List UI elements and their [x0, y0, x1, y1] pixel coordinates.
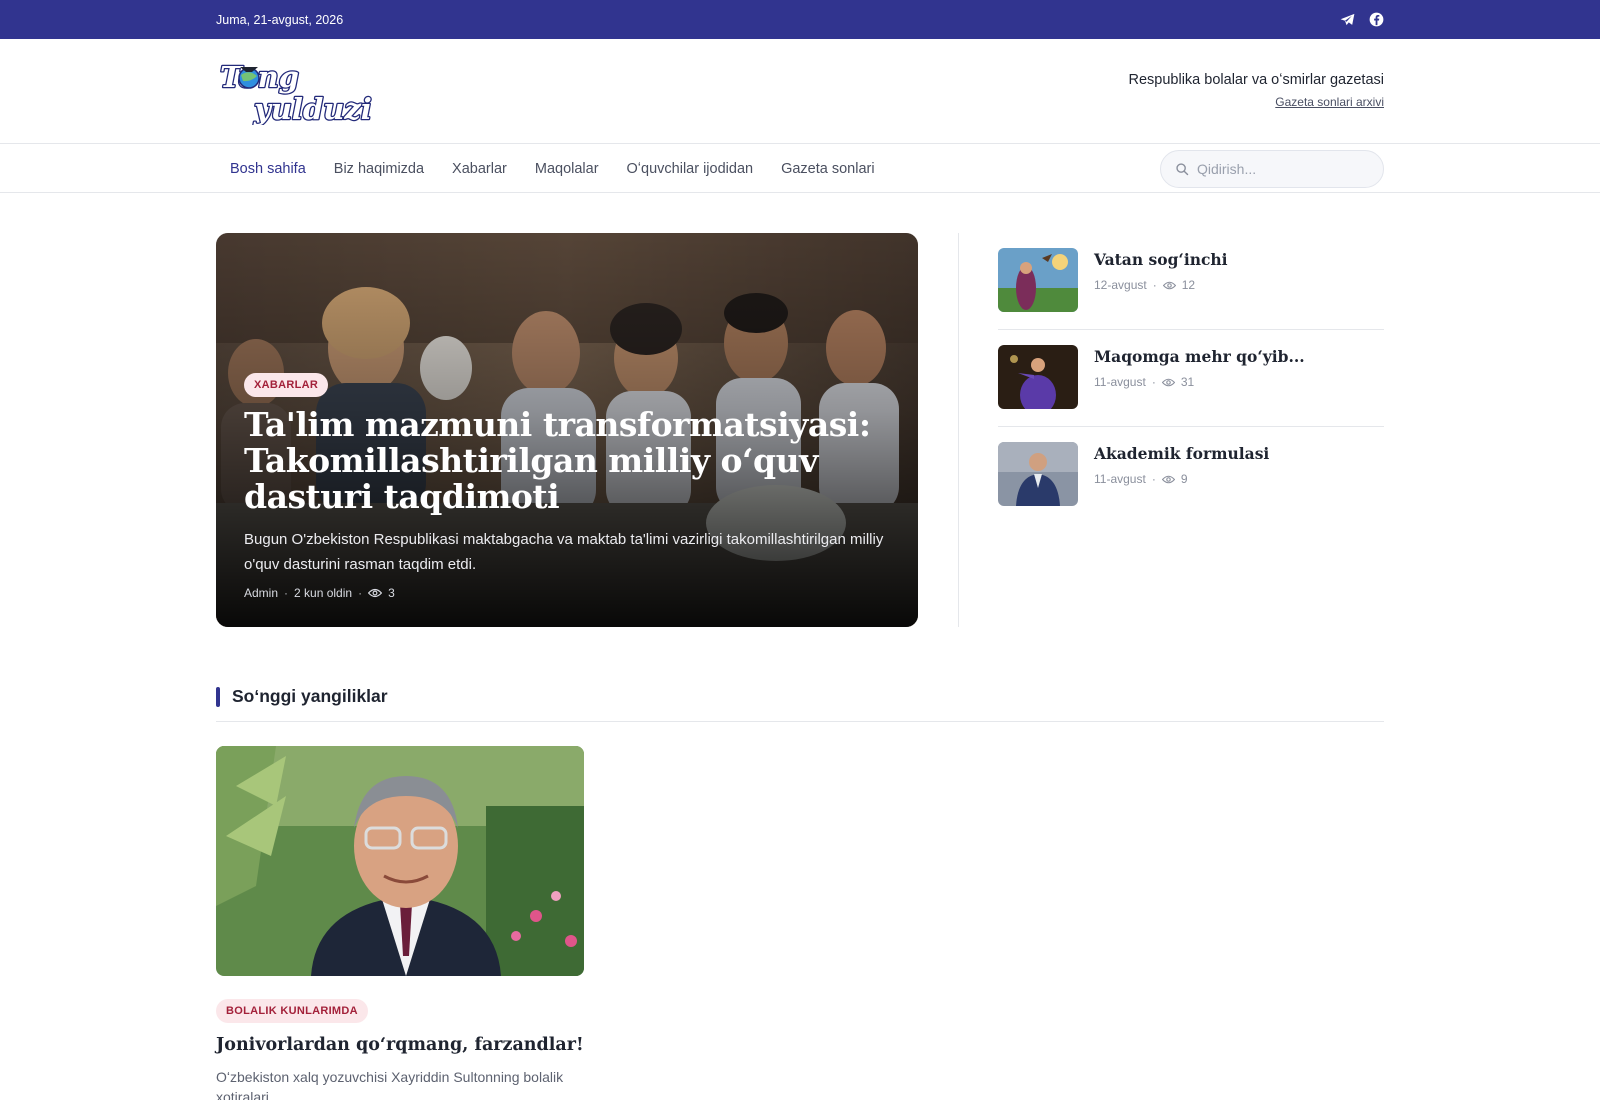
masthead: Tong yulduzi Respublika bolalar va oʻsmi… — [0, 39, 1600, 144]
meta-separator: · — [284, 586, 289, 600]
list-item[interactable]: Maqomga mehr qoʻyib... 11-avgust · 31 — [998, 330, 1384, 427]
article-views: 12 — [1181, 278, 1196, 292]
facebook-icon[interactable] — [1369, 12, 1384, 27]
featured-article-title[interactable]: Ta'lim mazmuni transformatsiyasi: Takomi… — [244, 407, 890, 515]
meta-separator: · — [358, 586, 363, 600]
eye-icon — [1161, 475, 1175, 483]
article-thumbnail — [998, 442, 1078, 506]
nav-item-home[interactable]: Bosh sahifa — [216, 161, 320, 177]
news-card-lead: Oʻzbekiston xalq yozuvchisi Xayriddin Su… — [216, 1069, 564, 1100]
news-card-image — [216, 746, 584, 976]
article-date: 11-avgust — [1094, 472, 1146, 486]
article-date: 12-avgust — [1094, 278, 1147, 292]
nav-item-readers-works[interactable]: Oʻquvchilar ijodidan — [613, 161, 768, 177]
featured-article-meta: Admin · 2 kun oldin · 3 — [244, 586, 890, 600]
article-meta: 11-avgust · 31 — [1094, 375, 1305, 389]
list-item[interactable]: Vatan sogʻinchi 12-avgust · 12 — [998, 233, 1384, 330]
search-box[interactable] — [1160, 149, 1384, 188]
latest-news-header: Soʻnggi yangiliklar — [216, 686, 1384, 722]
eye-icon — [1161, 378, 1175, 386]
archive-link[interactable]: Gazeta sonlari arxivi — [1275, 95, 1384, 109]
article-views: 3 — [388, 586, 395, 600]
search-input[interactable] — [1197, 160, 1367, 177]
section-title: Soʻnggi yangiliklar — [232, 686, 388, 706]
article-time: 2 kun oldin — [294, 586, 353, 600]
featured-article-lead: Bugun O'zbekiston Respublikasi maktabgac… — [244, 531, 884, 573]
nav-item-articles[interactable]: Maqolalar — [521, 161, 613, 177]
top-bar: Juma, 21-avgust, 2026 — [0, 0, 1600, 39]
svg-text:yulduzi: yulduzi — [253, 92, 372, 125]
meta-separator: · — [1152, 278, 1157, 292]
article-thumbnail — [998, 248, 1078, 312]
main-navigation: Bosh sahifa Biz haqimizda Xabarlar Maqol… — [0, 144, 1600, 193]
article-author: Admin — [244, 586, 279, 600]
nav-item-issues[interactable]: Gazeta sonlari — [767, 161, 889, 177]
section-accent-bar — [216, 686, 220, 707]
article-date: 11-avgust — [1094, 375, 1146, 389]
social-links — [1340, 12, 1384, 27]
article-meta: 12-avgust · 12 — [1094, 278, 1228, 292]
article-title[interactable]: Maqomga mehr qoʻyib... — [1094, 347, 1305, 366]
telegram-icon[interactable] — [1340, 13, 1355, 26]
meta-separator: · — [1151, 472, 1156, 486]
news-card-title[interactable]: Jonivorlardan qoʻrqmang, farzandlar! — [216, 1035, 584, 1055]
article-views: 31 — [1180, 375, 1195, 389]
nav-item-about[interactable]: Biz haqimizda — [320, 161, 438, 177]
news-card-category-badge[interactable]: BOLALIK KUNLARIMDA — [216, 999, 368, 1023]
search-icon — [1176, 162, 1189, 175]
article-views: 9 — [1180, 472, 1188, 486]
eye-icon — [368, 588, 383, 598]
article-title[interactable]: Vatan sogʻinchi — [1094, 250, 1228, 269]
site-tagline: Respublika bolalar va oʻsmirlar gazetasi — [1128, 72, 1384, 88]
meta-separator: · — [1151, 375, 1156, 389]
nav-item-news[interactable]: Xabarlar — [438, 161, 521, 177]
popular-articles-list: Vatan sogʻinchi 12-avgust · 12 Maqomga m… — [998, 233, 1384, 627]
featured-article[interactable]: XABARLAR Ta'lim mazmuni transformatsiyas… — [216, 233, 918, 627]
site-logo[interactable]: Tong yulduzi — [216, 59, 398, 125]
column-divider — [958, 233, 959, 627]
current-date: Juma, 21-avgust, 2026 — [216, 12, 344, 27]
article-title[interactable]: Akademik formulasi — [1094, 444, 1269, 463]
featured-category-badge[interactable]: XABARLAR — [244, 373, 329, 397]
news-card[interactable]: BOLALIK KUNLARIMDA Jonivorlardan qoʻrqma… — [216, 746, 584, 1100]
article-meta: 11-avgust · 9 — [1094, 472, 1269, 486]
list-item[interactable]: Akademik formulasi 11-avgust · 9 — [998, 427, 1384, 524]
article-thumbnail — [998, 345, 1078, 409]
eye-icon — [1162, 281, 1176, 289]
